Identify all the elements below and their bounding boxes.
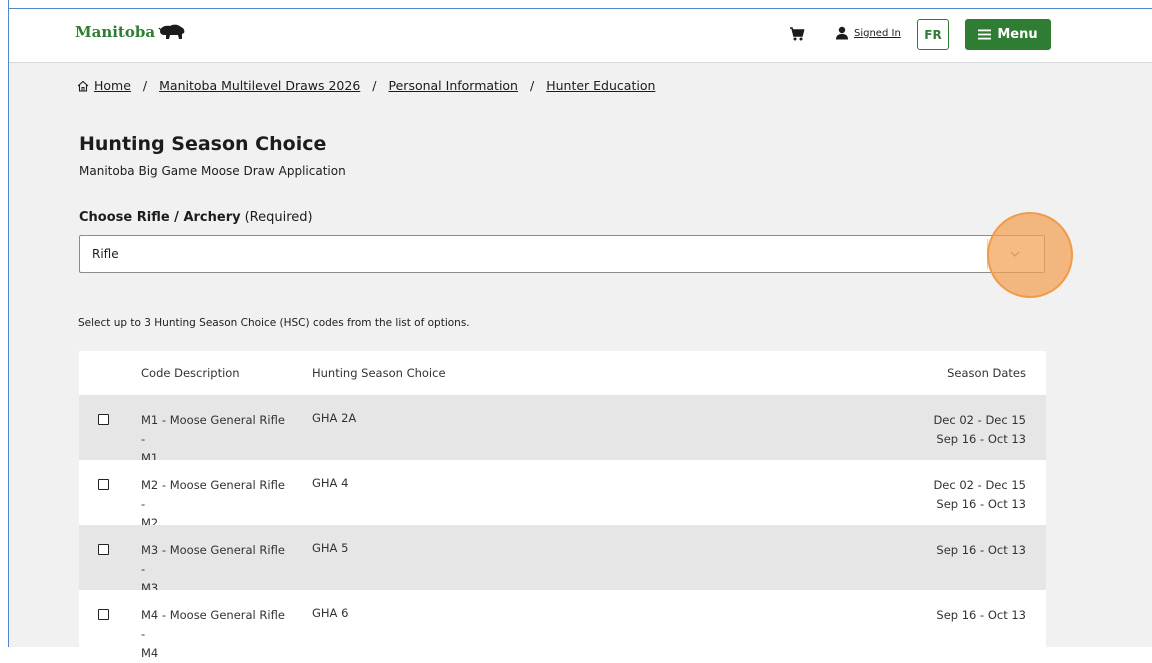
page-subtitle: Manitoba Big Game Moose Draw Application: [79, 164, 346, 178]
date-range: Dec 02 - Dec 15: [933, 478, 1026, 492]
instructions-text: Select up to 3 Hunting Season Choice (HS…: [78, 317, 470, 329]
hamburger-icon: [978, 29, 992, 40]
season-dates: Sep 16 - Oct 13: [936, 541, 1026, 560]
date-range: Sep 16 - Oct 13: [936, 543, 1026, 557]
logo-text: Manitoba: [75, 23, 156, 41]
season-dates: Dec 02 - Dec 15 Sep 16 - Oct 13: [933, 476, 1026, 514]
table-row: M4 - Moose General Rifle - M4 GHA 6 Sep …: [79, 590, 1046, 660]
french-language-button[interactable]: FR: [917, 19, 949, 50]
cart-button[interactable]: [789, 26, 805, 46]
header-code-description: Code Description: [141, 366, 240, 380]
hunting-season-choice: GHA 5: [312, 541, 349, 555]
hunting-season-choice: GHA 4: [312, 476, 349, 490]
code-line: M1 - Moose General Rifle -: [141, 413, 285, 446]
code-line: M3 - Moose General Rifle -: [141, 543, 285, 576]
breadcrumb: Home / Manitoba Multilevel Draws 2026 / …: [77, 78, 655, 93]
date-range: Sep 16 - Oct 13: [936, 497, 1026, 511]
row-checkbox[interactable]: [98, 414, 109, 425]
breadcrumb-home[interactable]: Home: [94, 78, 131, 93]
row-checkbox[interactable]: [98, 544, 109, 555]
click-highlight: [987, 212, 1073, 298]
site-header: Manitoba Signed In FR Menu: [9, 9, 1152, 63]
header-hunting-season-choice: Hunting Season Choice: [312, 366, 446, 380]
menu-button[interactable]: Menu: [965, 19, 1051, 50]
hsc-table: Code Description Hunting Season Choice S…: [79, 351, 1046, 660]
date-range: Sep 16 - Oct 13: [936, 432, 1026, 446]
rifle-archery-label-text: Choose Rifle / Archery: [79, 210, 241, 225]
breadcrumb-separator: /: [529, 78, 535, 93]
signed-in-label[interactable]: Signed In: [854, 28, 901, 39]
cart-icon: [790, 27, 805, 41]
user-icon: [836, 26, 848, 40]
signed-in-link[interactable]: Signed In: [835, 26, 901, 40]
date-range: Sep 16 - Oct 13: [936, 608, 1026, 622]
row-checkbox[interactable]: [98, 609, 109, 620]
date-range: Dec 02 - Dec 15: [933, 413, 1026, 427]
breadcrumb-multilevel-draws[interactable]: Manitoba Multilevel Draws 2026: [159, 78, 360, 93]
table-row: M1 - Moose General Rifle - M1 GHA 2A Dec…: [79, 395, 1046, 465]
rifle-archery-select[interactable]: Rifle: [79, 235, 1045, 273]
breadcrumb-personal-information[interactable]: Personal Information: [389, 78, 518, 93]
season-dates: Dec 02 - Dec 15 Sep 16 - Oct 13: [933, 411, 1026, 449]
rifle-archery-label: Choose Rifle / Archery (Required): [79, 210, 313, 225]
required-indicator: (Required): [244, 210, 313, 225]
row-checkbox[interactable]: [98, 479, 109, 490]
hunting-season-choice: GHA 2A: [312, 411, 357, 425]
season-dates: Sep 16 - Oct 13: [936, 606, 1026, 625]
main-content: Home / Manitoba Multilevel Draws 2026 / …: [9, 63, 1152, 660]
bison-icon: [158, 24, 185, 39]
header-season-dates: Season Dates: [947, 366, 1026, 380]
page-title: Hunting Season Choice: [79, 133, 327, 155]
breadcrumb-separator: /: [372, 78, 377, 93]
table-header: Code Description Hunting Season Choice S…: [79, 351, 1046, 395]
manitoba-logo[interactable]: Manitoba: [75, 23, 186, 41]
home-icon: [77, 80, 89, 92]
code-line: M4 - Moose General Rifle -: [141, 608, 285, 641]
table-row: M2 - Moose General Rifle - M2 GHA 4 Dec …: [79, 460, 1046, 530]
breadcrumb-hunter-education[interactable]: Hunter Education: [546, 78, 655, 93]
code-line: M2 - Moose General Rifle -: [141, 478, 285, 511]
hunting-season-choice: GHA 6: [312, 606, 349, 620]
code-description: M4 - Moose General Rifle - M4: [141, 606, 291, 663]
select-value: Rifle: [92, 247, 119, 261]
menu-label: Menu: [997, 27, 1038, 42]
breadcrumb-separator: /: [142, 78, 148, 93]
table-row: M3 - Moose General Rifle - M3 GHA 5 Sep …: [79, 525, 1046, 595]
